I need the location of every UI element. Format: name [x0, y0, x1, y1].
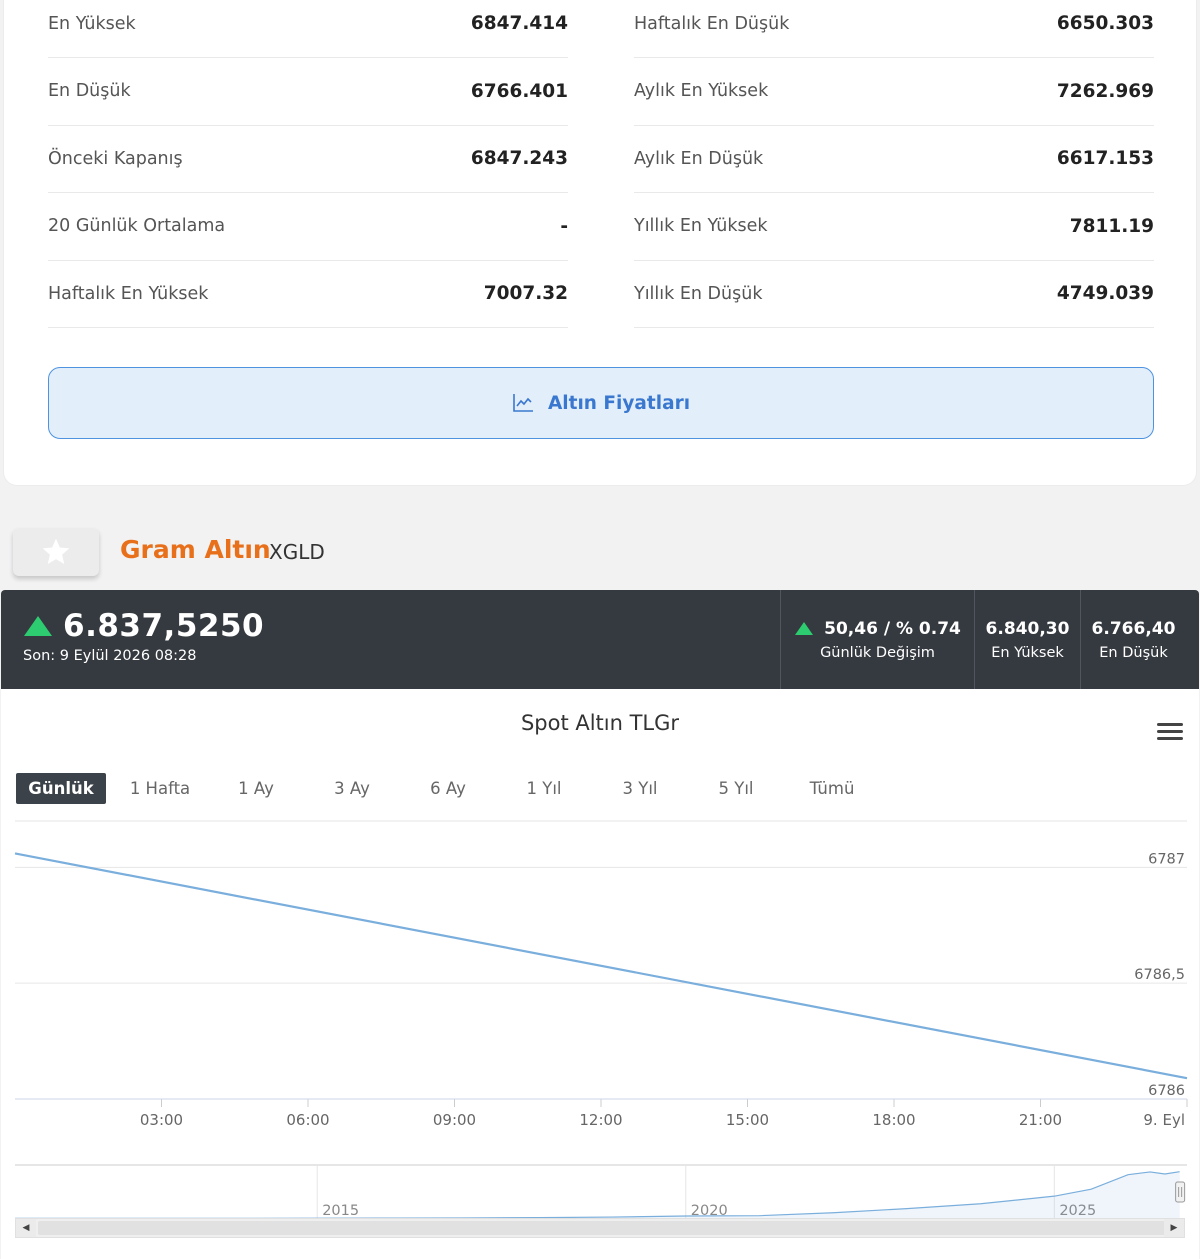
line-chart-icon [513, 394, 533, 412]
daily-high: 6.840,30 En Yüksek [974, 590, 1080, 689]
y-tick-label: 6787 [1148, 851, 1185, 867]
stats-column-right: Haftalık En Düşük 6650.303 Aylık En Yüks… [634, 0, 1154, 328]
stat-row: Önceki Kapanış 6847.243 [48, 126, 568, 193]
stats-column-left: En Yüksek 6847.414 En Düşük 6766.401 Önc… [48, 0, 568, 328]
scroll-left-icon[interactable]: ◀ [16, 1219, 36, 1237]
stat-value: - [560, 215, 568, 237]
y-tick-label: 6786 [1148, 1083, 1185, 1099]
x-tick-label: 21:00 [1019, 1111, 1062, 1129]
stats-card: En Yüksek 6847.414 En Düşük 6766.401 Önc… [3, 0, 1197, 486]
stat-row: Aylık En Düşük 6617.153 [634, 126, 1154, 193]
price-line [14, 852, 1188, 1080]
instrument-code: XGLD [269, 540, 325, 564]
stat-value: 4749.039 [1056, 283, 1154, 305]
x-tick-label: 03:00 [140, 1111, 183, 1129]
navigator-area [15, 1171, 1180, 1219]
stat-label: En Düşük [48, 81, 131, 102]
scrollbar-thumb[interactable] [38, 1221, 1168, 1235]
stat-label: Haftalık En Düşük [634, 13, 790, 34]
daily-high-value: 6.840,30 [985, 618, 1070, 639]
daily-change-label: Günlük Değişim [820, 644, 935, 661]
scroll-right-icon[interactable]: ▶ [1164, 1219, 1184, 1237]
gold-prices-button[interactable]: Altın Fiyatları [48, 367, 1154, 439]
daily-low: 6.766,40 En Düşük [1080, 590, 1186, 689]
last-update: Son: 9 Eylül 2026 08:28 [23, 648, 197, 664]
daily-high-label: En Yüksek [991, 644, 1064, 661]
stat-row: Haftalık En Düşük 6650.303 [634, 0, 1154, 58]
navigator-tick-label: 2015 [322, 1203, 359, 1219]
up-arrow-icon [795, 622, 814, 635]
x-tick-label: 9. Eyl [1143, 1111, 1185, 1129]
stat-row: En Yüksek 6847.414 [48, 0, 568, 58]
stat-row: Yıllık En Düşük 4749.039 [634, 261, 1154, 328]
daily-low-value: 6.766,40 [1091, 618, 1176, 639]
price-chart[interactable]: 6787 6786,5 6786 03:00 06:00 09:00 12:00 15:00 1… [1, 689, 1199, 1259]
stat-row: Haftalık En Yüksek 7007.32 [48, 261, 568, 328]
stat-label: Önceki Kapanış [48, 148, 183, 169]
stat-value: 6847.414 [470, 13, 568, 34]
up-arrow-icon [24, 616, 52, 636]
stat-value: 6847.243 [470, 148, 568, 170]
stat-value: 7007.32 [483, 283, 568, 305]
stat-label: Aylık En Düşük [634, 148, 764, 169]
star-icon [42, 538, 70, 564]
daily-change-value: 50,46 / % 0.74 [824, 618, 961, 639]
stat-value: 6650.303 [1056, 13, 1154, 34]
favorite-button[interactable] [13, 528, 99, 576]
stat-label: Yıllık En Yüksek [634, 216, 768, 237]
stat-label: Yıllık En Düşük [634, 283, 763, 304]
x-tick-label: 15:00 [726, 1111, 769, 1129]
stat-row: 20 Günlük Ortalama - [48, 193, 568, 261]
y-tick-label: 6786,5 [1134, 967, 1185, 983]
price-value: 6.837,5250 [63, 608, 265, 644]
stat-label: En Yüksek [48, 13, 136, 34]
stat-row: En Düşük 6766.401 [48, 58, 568, 126]
stat-label: 20 Günlük Ortalama [48, 216, 226, 237]
stat-value: 6617.153 [1056, 148, 1154, 170]
price-bar: 6.837,5250 Son: 9 Eylül 2026 08:28 50,46… [1, 590, 1199, 689]
stat-value: 6766.401 [470, 80, 568, 102]
chart-scrollbar[interactable]: ◀ ▶ [15, 1218, 1185, 1238]
stat-label: Aylık En Yüksek [634, 81, 769, 102]
gold-prices-label: Altın Fiyatları [547, 392, 691, 414]
x-tick-label: 12:00 [579, 1111, 622, 1129]
stat-row: Aylık En Yüksek 7262.969 [634, 58, 1154, 126]
current-price: 6.837,5250 [23, 608, 264, 644]
daily-low-label: En Düşük [1099, 644, 1168, 661]
stat-value: 7811.19 [1069, 215, 1154, 237]
x-tick-label: 06:00 [286, 1111, 329, 1129]
stat-row: Yıllık En Yüksek 7811.19 [634, 193, 1154, 261]
chart-card: Spot Altın TLGr Günlük 1 Hafta 1 Ay 3 Ay… [1, 689, 1199, 1259]
x-tick-label: 18:00 [872, 1111, 915, 1129]
daily-change: 50,46 / % 0.74 Günlük Değişim [780, 590, 974, 689]
stat-value: 7262.969 [1056, 80, 1154, 102]
navigator-handle-icon [1175, 1181, 1186, 1203]
x-tick-label: 09:00 [433, 1111, 476, 1129]
instrument-name: Gram Altın [120, 535, 271, 564]
stat-label: Haftalık En Yüksek [48, 283, 209, 304]
